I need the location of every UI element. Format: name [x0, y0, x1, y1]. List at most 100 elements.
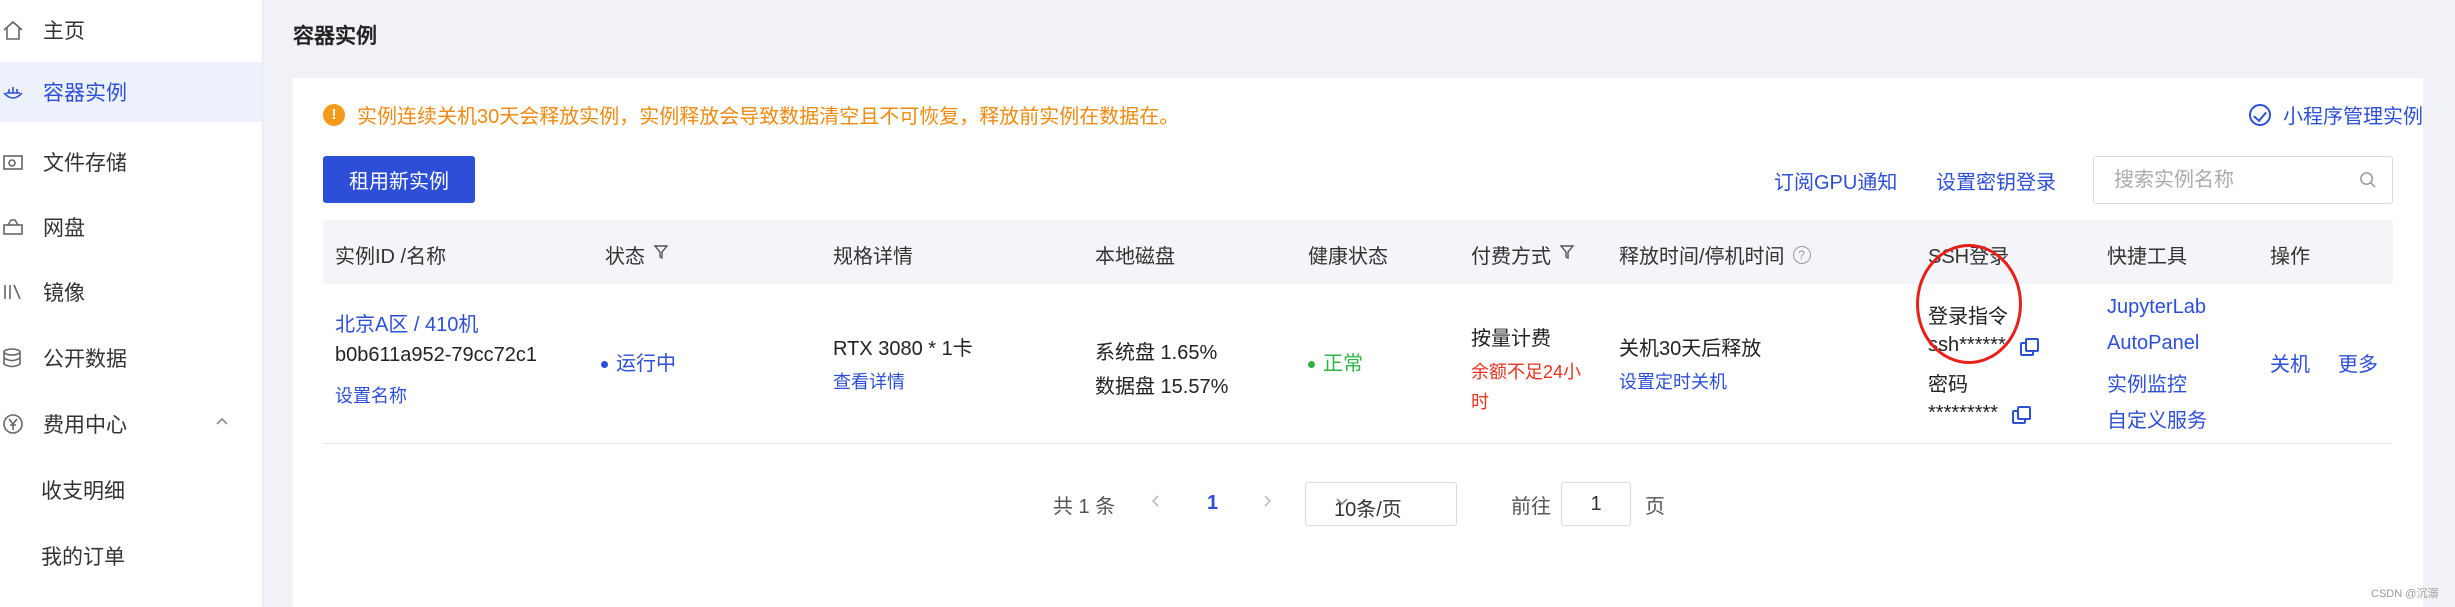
sidebar-item-label: 费用中心 — [43, 414, 127, 437]
tool-custom-service-link[interactable]: 自定义服务 — [2107, 404, 2207, 433]
shutdown-button[interactable]: 关机 — [2270, 348, 2310, 377]
th-release: 释放时间/停机时间 ? — [1619, 240, 1811, 269]
sidebar-item-label: 我的订单 — [41, 546, 125, 569]
sidebar-item-label: 主页 — [43, 20, 85, 43]
th-billing-label: 付费方式 — [1471, 246, 1551, 268]
file-storage-icon — [0, 149, 26, 175]
table-header: 实例ID /名称 状态 规格详情 本地磁盘 健康状态 付费方式 释放时间/停机时… — [323, 220, 2393, 284]
goto-page-input[interactable] — [1561, 482, 1631, 526]
prev-page-icon[interactable] — [1149, 491, 1163, 514]
release-notice: ! 实例连续关机30天会释放实例，实例释放会导致数据清空且不可恢复，释放前实例在… — [323, 100, 1179, 129]
warning-icon: ! — [323, 103, 345, 126]
database-icon — [0, 345, 26, 371]
help-icon[interactable]: ? — [1792, 245, 1811, 264]
goto-label: 前往 — [1511, 496, 1551, 518]
watermark: CSDN @沉溺 — [2371, 588, 2439, 600]
subscribe-gpu-link[interactable]: 订阅GPU通知 — [1774, 166, 1897, 195]
sidebar-item-label: 文件存储 — [43, 152, 127, 175]
status-text: 运行中 — [616, 353, 676, 375]
more-button[interactable]: 更多 — [2338, 348, 2378, 377]
sidebar: 主页 容器实例 文件存储 网盘 镜像 公开数据 费用中心 收支明细 我的订单 — [0, 0, 263, 607]
th-status-label: 状态 — [605, 246, 645, 268]
search-icon[interactable] — [2359, 171, 2378, 195]
sidebar-item-transactions[interactable]: 收支明细 — [0, 460, 262, 520]
set-name-link[interactable]: 设置名称 — [335, 382, 407, 408]
sidebar-item-images[interactable]: 镜像 — [0, 262, 262, 322]
table-row: 北京A区 / 410机 b0b611a952-79cc72c1 设置名称 运行中… — [323, 284, 2393, 444]
sidebar-item-billing-center[interactable]: 费用中心 — [0, 394, 262, 454]
sidebar-item-my-orders[interactable]: 我的订单 — [0, 526, 262, 586]
th-health: 健康状态 — [1308, 246, 1388, 268]
th-disk: 本地磁盘 — [1095, 246, 1175, 268]
next-page-icon[interactable] — [1260, 491, 1274, 514]
ssh-pwd-row: ********* — [1928, 402, 2032, 425]
status-badge: 运行中 — [601, 347, 676, 376]
ssh-pwd-value: ********* — [1928, 402, 1999, 424]
search-box — [2093, 156, 2393, 204]
billing-warning-line1: 余额不足24小 — [1471, 362, 1582, 382]
billing-type: 按量计费 — [1471, 328, 1551, 350]
page-title: 容器实例 — [293, 25, 377, 48]
filter-icon[interactable] — [645, 243, 669, 266]
disk-system: 系统盘 1.65% — [1095, 342, 1218, 364]
page-suffix: 页 — [1645, 496, 1665, 518]
home-icon — [0, 17, 26, 43]
spec-text: RTX 3080 * 1卡 — [833, 338, 973, 360]
filter-icon[interactable] — [1551, 243, 1575, 266]
tool-jupyterlab-link[interactable]: JupyterLab — [2107, 296, 2206, 319]
sidebar-item-home[interactable]: 主页 — [0, 0, 262, 60]
th-release-label: 释放时间/停机时间 — [1619, 246, 1785, 268]
mini-program-icon — [2249, 103, 2271, 126]
health-dot — [1308, 361, 1315, 369]
status-dot — [601, 361, 608, 369]
sidebar-item-label: 公开数据 — [43, 348, 127, 371]
instance-panel: ! 实例连续关机30天会释放实例，实例释放会导致数据清空且不可恢复，释放前实例在… — [293, 78, 2423, 607]
sidebar-item-public-data[interactable]: 公开数据 — [0, 328, 262, 388]
container-icon — [0, 79, 26, 105]
sidebar-item-label: 容器实例 — [43, 82, 127, 105]
sidebar-item-netdisk[interactable]: 网盘 — [0, 197, 262, 257]
tool-autopanel-link[interactable]: AutoPanel — [2107, 332, 2199, 355]
notice-text: 实例连续关机30天会释放实例，实例释放会导致数据清空且不可恢复，释放前实例在数据… — [357, 106, 1180, 128]
sidebar-item-label: 网盘 — [43, 217, 85, 240]
th-id-name: 实例ID /名称 — [335, 246, 447, 268]
yen-icon — [0, 411, 26, 437]
disk-data: 数据盘 15.57% — [1095, 376, 1229, 398]
spec-detail-link[interactable]: 查看详情 — [833, 368, 905, 394]
mini-program-label: 小程序管理实例 — [2283, 106, 2423, 128]
th-tools: 快捷工具 — [2107, 246, 2187, 268]
instance-region-link[interactable]: 北京A区 / 410机 — [335, 308, 478, 337]
ssh-cmd-label: 登录指令 — [1928, 306, 2008, 328]
page-size-select[interactable]: 10条/页 — [1305, 482, 1457, 526]
sidebar-item-file-storage[interactable]: 文件存储 — [0, 132, 262, 192]
health-text: 正常 — [1323, 353, 1363, 375]
page-number-current[interactable]: 1 — [1207, 492, 1218, 515]
search-input[interactable] — [2114, 167, 2354, 193]
billing-warning-line2: 时 — [1471, 392, 1489, 412]
ssh-cmd-row: ssh****** — [1928, 334, 2039, 357]
ssh-pwd-label: 密码 — [1928, 374, 1968, 396]
release-text: 关机30天后释放 — [1619, 338, 1762, 360]
set-timer-shutdown-link[interactable]: 设置定时关机 — [1619, 368, 1727, 394]
ssh-cmd-value: ssh****** — [1928, 334, 2006, 356]
th-spec: 规格详情 — [833, 246, 913, 268]
chevron-down-icon — [1334, 492, 1442, 515]
copy-icon[interactable] — [2012, 405, 2032, 424]
copy-icon[interactable] — [2019, 337, 2039, 356]
tool-monitor-link[interactable]: 实例监控 — [2107, 368, 2187, 397]
instance-id: b0b611a952-79cc72c1 — [335, 344, 538, 366]
rent-new-instance-button[interactable]: 租用新实例 — [323, 156, 475, 203]
health-badge: 正常 — [1308, 347, 1363, 376]
chevron-up-icon[interactable] — [214, 414, 230, 435]
th-actions: 操作 — [2270, 246, 2310, 268]
set-key-login-link[interactable]: 设置密钥登录 — [1936, 166, 2056, 195]
netdisk-icon — [0, 214, 26, 240]
image-icon — [0, 279, 26, 305]
th-status: 状态 — [605, 240, 669, 269]
th-ssh: SSH登录 — [1928, 246, 2010, 268]
sidebar-item-label: 收支明细 — [41, 480, 125, 503]
th-billing: 付费方式 — [1471, 240, 1575, 269]
mini-program-link[interactable]: 小程序管理实例 — [2249, 100, 2423, 129]
sidebar-item-label: 镜像 — [43, 282, 85, 305]
sidebar-item-container-instances[interactable]: 容器实例 — [0, 62, 262, 122]
